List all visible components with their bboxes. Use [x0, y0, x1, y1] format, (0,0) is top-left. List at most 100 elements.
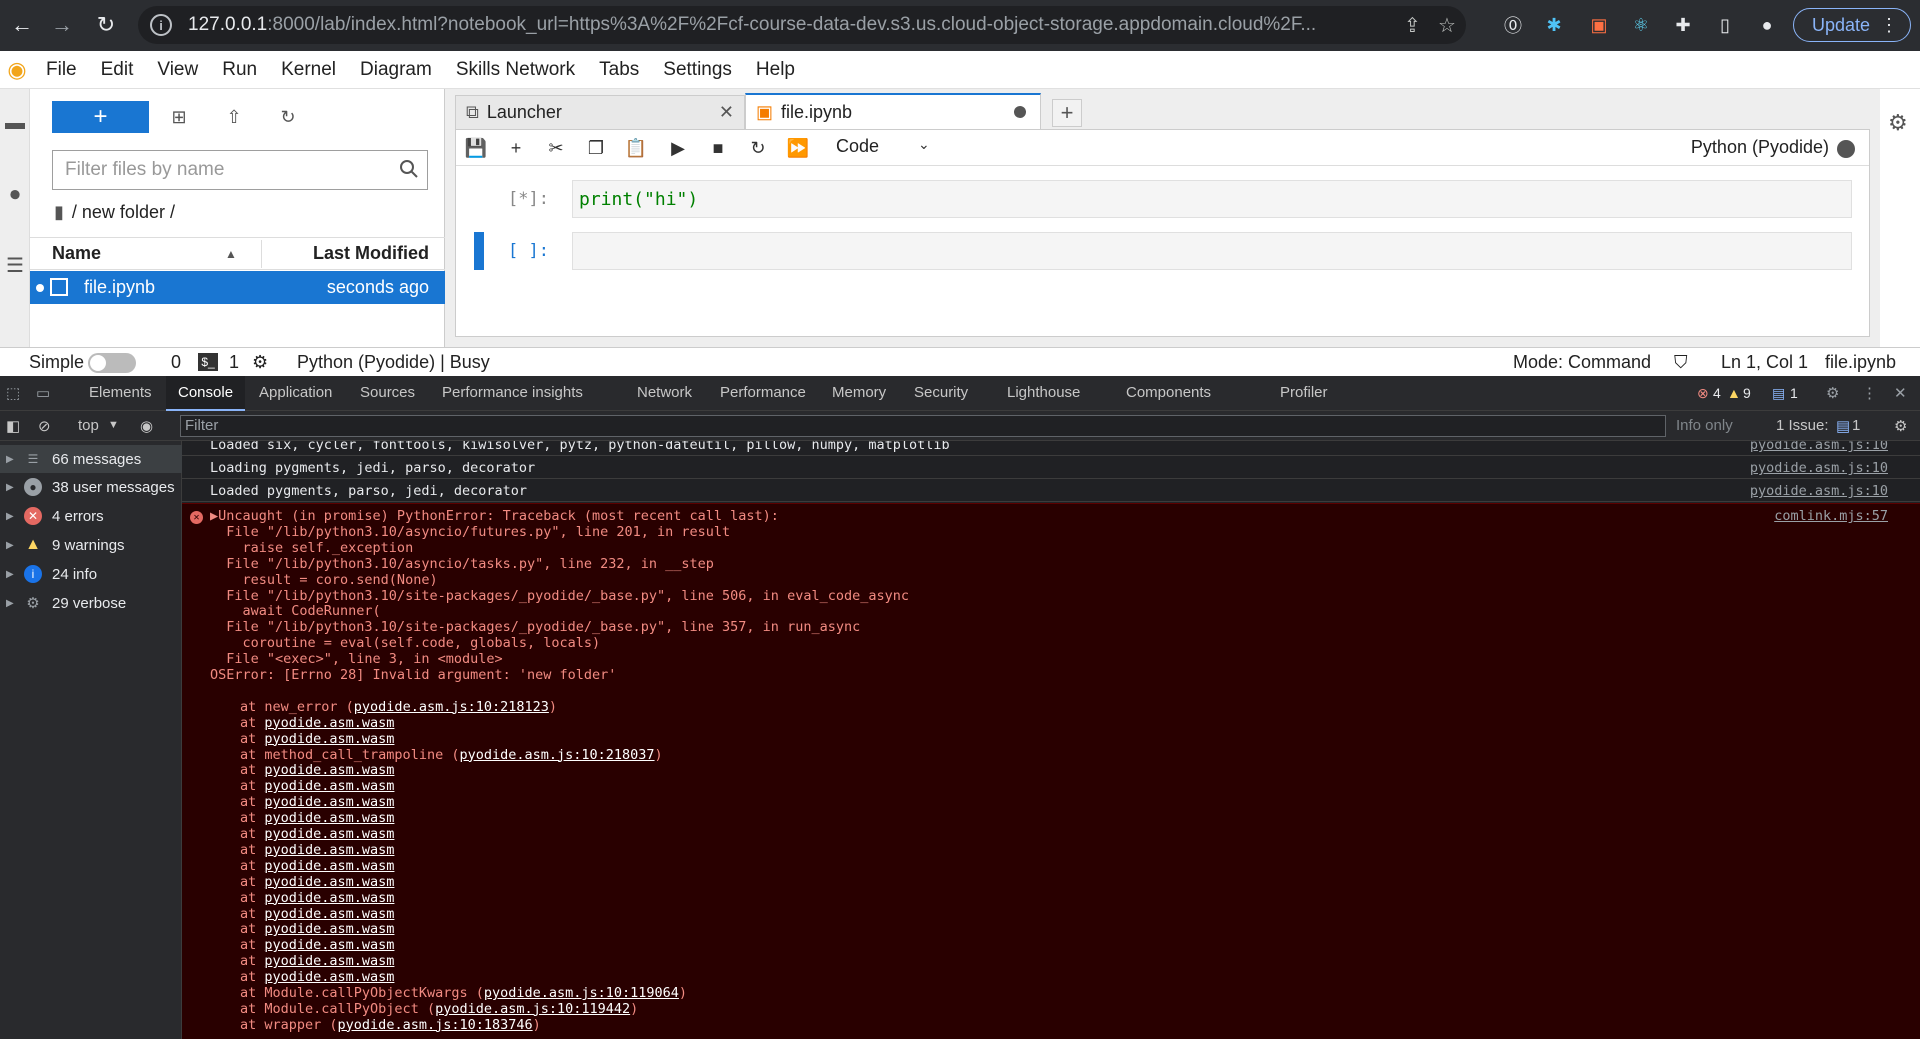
context-selector[interactable]: top: [78, 417, 99, 434]
stack-source-link[interactable]: pyodide.asm.wasm: [264, 810, 394, 826]
console-filter-input[interactable]: Filter: [180, 415, 1666, 437]
shield-icon[interactable]: ⛉: [1674, 352, 1688, 373]
menu-skills-network[interactable]: Skills Network: [444, 51, 587, 89]
site-info-icon[interactable]: i: [150, 14, 172, 36]
stack-source-link[interactable]: pyodide.asm.js:10:119064: [484, 985, 679, 1001]
error-count-icon[interactable]: ⊗: [1697, 385, 1709, 402]
stack-source-link[interactable]: pyodide.asm.wasm: [264, 921, 394, 937]
expand-arrow-icon[interactable]: ▶: [6, 540, 14, 551]
stack-source-link[interactable]: pyodide.asm.wasm: [264, 874, 394, 890]
menu-tabs[interactable]: Tabs: [587, 51, 651, 89]
device-toggle-icon[interactable]: ▭: [36, 384, 56, 404]
react-devtools-icon[interactable]: ⚛: [1628, 12, 1654, 38]
devtab-memory[interactable]: Memory: [832, 384, 886, 401]
sidebar-item-verbose[interactable]: ▶ ⚙ 29 verbose: [0, 589, 182, 617]
password-manager-icon[interactable]: ⓪: [1500, 12, 1526, 38]
tab-notebook[interactable]: ▣ file.ipynb: [745, 93, 1041, 129]
cell-input[interactable]: [572, 232, 1852, 270]
sidebar-item-errors[interactable]: ▶ ✕ 4 errors: [0, 502, 182, 530]
issues-count[interactable]: 1: [1790, 385, 1798, 401]
folder-icon[interactable]: ▬: [3, 111, 27, 135]
terminal-icon[interactable]: $_: [198, 353, 218, 371]
extensions-puzzle-icon[interactable]: ✚: [1670, 12, 1696, 38]
expand-arrow-icon[interactable]: ▶: [6, 511, 14, 522]
devtab-network[interactable]: Network: [637, 384, 692, 401]
extension-off-icon[interactable]: ▣: [1586, 12, 1612, 38]
run-icon[interactable]: ▶: [666, 136, 690, 160]
reload-icon[interactable]: ↻: [86, 5, 126, 45]
expand-arrow-icon[interactable]: ▶: [6, 482, 14, 493]
menu-diagram[interactable]: Diagram: [348, 51, 444, 89]
property-inspector-icon[interactable]: ⚙: [1888, 110, 1908, 136]
cell-input[interactable]: print("hi"): [572, 180, 1852, 218]
warning-count[interactable]: 9: [1743, 385, 1751, 401]
file-name[interactable]: file.ipynb: [84, 277, 155, 298]
new-launcher-button[interactable]: +: [52, 101, 149, 133]
table-of-contents-icon[interactable]: ☰: [3, 253, 27, 277]
devtab-sources[interactable]: Sources: [360, 384, 415, 401]
stack-source-link[interactable]: pyodide.asm.js:10:183746: [338, 1017, 533, 1033]
log-source-link[interactable]: pyodide.asm.js:10: [1750, 460, 1888, 476]
log-source-link[interactable]: pyodide.asm.js:10: [1750, 441, 1888, 453]
menu-file[interactable]: File: [34, 51, 89, 89]
column-last-modified[interactable]: Last Modified: [313, 243, 429, 264]
chevron-down-icon[interactable]: ⌄: [918, 136, 930, 153]
kernel-status[interactable]: Python (Pyodide) | Busy: [297, 352, 490, 373]
kernel-name[interactable]: Python (Pyodide): [1691, 137, 1829, 158]
menu-edit[interactable]: Edit: [89, 51, 146, 89]
save-icon[interactable]: 💾: [464, 136, 488, 160]
devtab-profiler[interactable]: Profiler: [1280, 384, 1328, 401]
share-icon[interactable]: ⇪: [1404, 13, 1421, 38]
devtab-components[interactable]: Components: [1126, 384, 1211, 401]
run-all-icon[interactable]: ⏩: [786, 136, 810, 160]
side-panel-icon[interactable]: ▯: [1712, 12, 1738, 38]
sidebar-toggle-icon[interactable]: ◧: [6, 417, 20, 435]
column-name[interactable]: Name: [52, 243, 101, 264]
error-source-link[interactable]: comlink.mjs:57: [1774, 508, 1888, 524]
more-menu-icon[interactable]: ⋮: [1880, 15, 1898, 36]
add-tab-button[interactable]: +: [1052, 99, 1082, 127]
stack-source-link[interactable]: pyodide.asm.wasm: [264, 937, 394, 953]
file-filter-input[interactable]: Filter files by name: [52, 150, 428, 190]
issues-badge-icon[interactable]: ▤: [1836, 417, 1850, 435]
issues-icon[interactable]: ▤: [1772, 385, 1785, 402]
sort-ascending-icon[interactable]: ▲: [225, 247, 237, 261]
stack-source-link[interactable]: pyodide.asm.js:10:218037: [459, 747, 654, 763]
refresh-icon[interactable]: ↻: [276, 105, 300, 129]
menu-kernel[interactable]: Kernel: [269, 51, 348, 89]
stack-source-link[interactable]: pyodide.asm.wasm: [264, 731, 394, 747]
breadcrumb-path[interactable]: / new folder /: [72, 202, 175, 223]
devtab-security[interactable]: Security: [914, 384, 968, 401]
new-folder-icon[interactable]: ⊞: [167, 105, 191, 129]
address-bar[interactable]: i 127.0.0.1 :8000/lab/index.html?noteboo…: [138, 6, 1466, 44]
paste-icon[interactable]: 📋: [624, 136, 648, 160]
devtab-console[interactable]: Console: [166, 376, 245, 411]
stack-source-link[interactable]: pyodide.asm.wasm: [264, 794, 394, 810]
cursor-position[interactable]: Ln 1, Col 1: [1721, 352, 1808, 373]
update-button[interactable]: Update ⋮: [1793, 8, 1911, 42]
sidebar-item-info[interactable]: ▶ i 24 info: [0, 560, 182, 588]
cut-icon[interactable]: ✂: [544, 136, 568, 160]
log-source-link[interactable]: pyodide.asm.js:10: [1750, 483, 1888, 499]
close-devtools-icon[interactable]: ✕: [1894, 384, 1914, 404]
cell-type-select[interactable]: Code: [836, 136, 879, 157]
error-count[interactable]: 4: [1713, 385, 1721, 401]
sidebar-item-messages[interactable]: ▶ ☰ 66 messages: [0, 445, 182, 473]
stop-icon[interactable]: ■: [706, 136, 730, 160]
forward-arrow-icon[interactable]: →: [42, 5, 82, 45]
expand-arrow-icon[interactable]: ▶: [6, 598, 14, 609]
sidebar-item-user-messages[interactable]: ▶ ● 38 user messages: [0, 473, 182, 501]
devtab-lighthouse[interactable]: Lighthouse: [1007, 384, 1080, 401]
devtab-performance[interactable]: Performance: [720, 384, 806, 401]
stack-source-link[interactable]: pyodide.asm.wasm: [264, 842, 394, 858]
live-expression-eye-icon[interactable]: ◉: [140, 417, 153, 435]
upload-icon[interactable]: ⇧: [222, 105, 246, 129]
menu-run[interactable]: Run: [210, 51, 269, 89]
menu-settings[interactable]: Settings: [651, 51, 744, 89]
stack-source-link[interactable]: pyodide.asm.js:10:218123: [354, 699, 549, 715]
settings-gear-icon[interactable]: ⚙: [1826, 384, 1846, 404]
profile-avatar-icon[interactable]: ●: [1754, 12, 1780, 38]
stack-source-link[interactable]: pyodide.asm.wasm: [264, 778, 394, 794]
devtab-application[interactable]: Application: [259, 384, 332, 401]
issues-badge-count[interactable]: 1: [1852, 417, 1860, 434]
